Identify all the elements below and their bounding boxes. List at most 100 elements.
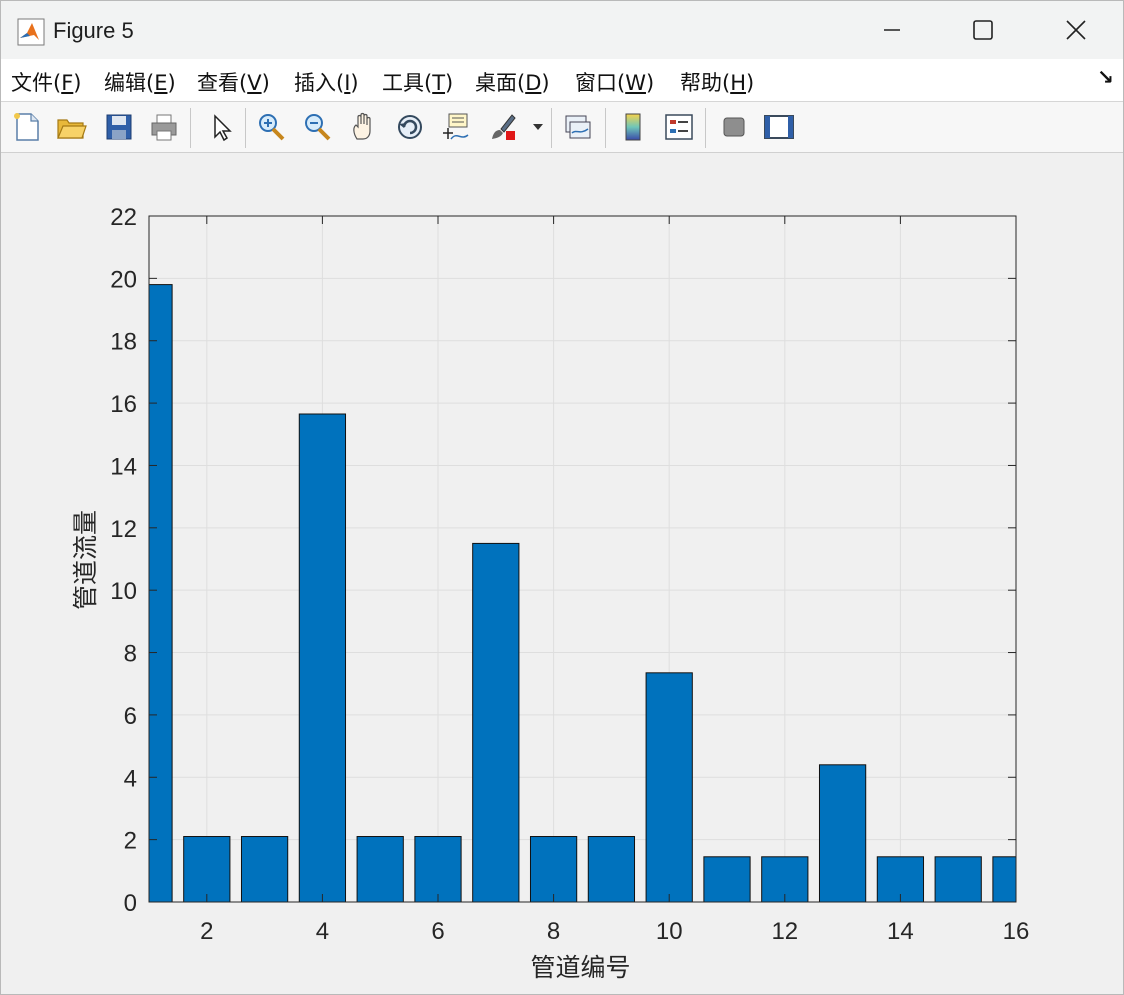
rotate-3d-icon	[398, 115, 422, 139]
y-tick-label: 6	[124, 703, 137, 730]
save-icon	[106, 114, 132, 140]
bar[interactable]	[414, 836, 462, 902]
y-tick-label: 22	[110, 204, 137, 231]
grid-layer	[149, 215, 1017, 903]
hide-plot-tools-icon	[723, 117, 745, 137]
bar[interactable]	[934, 856, 982, 902]
bar-chart[interactable]: 2 4 6 8 10 12 14 16 0 2 4 6 8 10 12 14 16 18 20 22 管道编号 管道流…	[1, 153, 1123, 994]
y-tick-label: 8	[124, 641, 137, 668]
bars-layer	[149, 284, 1016, 902]
zoom-out-icon	[305, 114, 331, 141]
x-tick-label: 12	[771, 918, 798, 945]
hide-plot-tools-button[interactable]	[715, 109, 751, 145]
title-bar[interactable]: Figure 5	[1, 1, 1123, 59]
menu-insert[interactable]: 插入(I)	[294, 67, 359, 97]
figure-canvas: 2 4 6 8 10 12 14 16 0 2 4 6 8 10 12 14 16 18 20 22 管道编号 管道流…	[1, 153, 1123, 994]
y-tick-label: 2	[124, 828, 137, 855]
close-button[interactable]	[1031, 1, 1121, 59]
bar[interactable]	[703, 856, 751, 902]
close-icon	[1066, 20, 1086, 40]
data-cursor-button[interactable]	[437, 109, 473, 145]
print-icon	[151, 114, 177, 141]
open-folder-icon	[57, 119, 87, 139]
y-tick-label: 0	[124, 890, 137, 917]
x-tick-label: 14	[887, 918, 914, 945]
maximize-button[interactable]	[938, 1, 1028, 59]
window-title: Figure 5	[53, 18, 134, 43]
toolbar-separator	[605, 108, 606, 148]
menu-bar: 文件(F) 编辑(E) 查看(V) 插入(I) 工具(T) 桌面(D) 窗口(W…	[1, 59, 1123, 102]
x-tick-label: 2	[200, 918, 213, 945]
y-tick-label: 12	[110, 516, 137, 543]
print-button[interactable]	[146, 109, 182, 145]
brush-button[interactable]	[485, 109, 521, 145]
x-tick-label: 8	[547, 918, 560, 945]
x-tick-label: 6	[431, 918, 444, 945]
bar[interactable]	[183, 836, 231, 902]
bar[interactable]	[587, 836, 636, 902]
data-cursor-icon	[443, 113, 469, 140]
minimize-icon	[884, 29, 900, 31]
save-button[interactable]	[101, 109, 137, 145]
new-file-button[interactable]	[9, 109, 45, 145]
bar[interactable]	[472, 542, 520, 902]
colorbar-button[interactable]	[615, 109, 651, 145]
toolbar-separator	[705, 108, 706, 148]
legend-icon	[665, 114, 693, 140]
ticks-layer: 2 4 6 8 10 12 14 16 0 2 4 6 8 10 12 14 16 18 20 22	[110, 204, 1029, 945]
bar[interactable]	[298, 413, 347, 902]
dock-arrow-icon[interactable]: ↘	[1097, 65, 1114, 89]
legend-button[interactable]	[661, 109, 697, 145]
bar[interactable]	[645, 672, 693, 902]
brush-dropdown-button[interactable]	[529, 109, 547, 145]
y-tick-label: 20	[110, 266, 137, 293]
x-tick-label: 16	[1003, 918, 1030, 945]
zoom-out-button[interactable]	[299, 109, 335, 145]
y-axis-label: 管道流量	[72, 510, 100, 610]
link-plot-icon	[565, 115, 591, 139]
pointer-icon	[214, 114, 232, 142]
menu-view[interactable]: 查看(V)	[197, 67, 270, 97]
y-tick-label: 10	[110, 578, 137, 605]
maximize-icon	[973, 20, 993, 40]
zoom-in-button[interactable]	[253, 109, 289, 145]
menu-help[interactable]: 帮助(H)	[680, 67, 754, 97]
zoom-in-icon	[259, 114, 285, 141]
toolbar-separator	[190, 108, 191, 148]
open-button[interactable]	[53, 109, 89, 145]
y-tick-label: 18	[110, 329, 137, 356]
brush-dropdown-icon	[533, 124, 543, 130]
brush-icon	[492, 114, 516, 140]
colorbar-icon	[625, 113, 641, 141]
bar[interactable]	[818, 764, 867, 902]
show-plot-tools-button[interactable]	[760, 109, 796, 145]
figure-window: Figure 5 文件(F) 编辑(E) 查看(V) 插入(I) 工具(T) 桌…	[0, 0, 1124, 995]
axes-box	[148, 215, 1017, 903]
y-tick-label: 14	[110, 453, 137, 480]
bar[interactable]	[240, 836, 289, 902]
menu-edit[interactable]: 编辑(E)	[104, 67, 176, 97]
menu-file[interactable]: 文件(F)	[11, 67, 82, 97]
figure-toolbar	[1, 102, 1123, 153]
x-axis-label: 管道编号	[530, 954, 630, 982]
show-plot-tools-icon	[764, 115, 794, 139]
new-file-icon	[14, 113, 39, 141]
y-tick-label: 4	[124, 765, 137, 792]
link-plot-button[interactable]	[560, 109, 596, 145]
y-tick-label: 16	[110, 391, 137, 418]
toolbar-separator	[245, 108, 246, 148]
menu-tools[interactable]: 工具(T)	[382, 67, 453, 97]
x-tick-label: 10	[656, 918, 683, 945]
rotate-button[interactable]	[392, 109, 428, 145]
minimize-button[interactable]	[847, 1, 937, 59]
matlab-logo-icon	[17, 18, 45, 46]
menu-desktop[interactable]: 桌面(D)	[475, 67, 550, 97]
bar[interactable]	[529, 836, 578, 902]
pan-hand-icon	[353, 112, 371, 140]
pan-button[interactable]	[346, 109, 382, 145]
menu-window[interactable]: 窗口(W)	[575, 67, 654, 97]
select-button[interactable]	[203, 109, 239, 145]
x-tick-label: 4	[316, 918, 329, 945]
toolbar-separator	[551, 108, 552, 148]
bar[interactable]	[356, 836, 404, 902]
